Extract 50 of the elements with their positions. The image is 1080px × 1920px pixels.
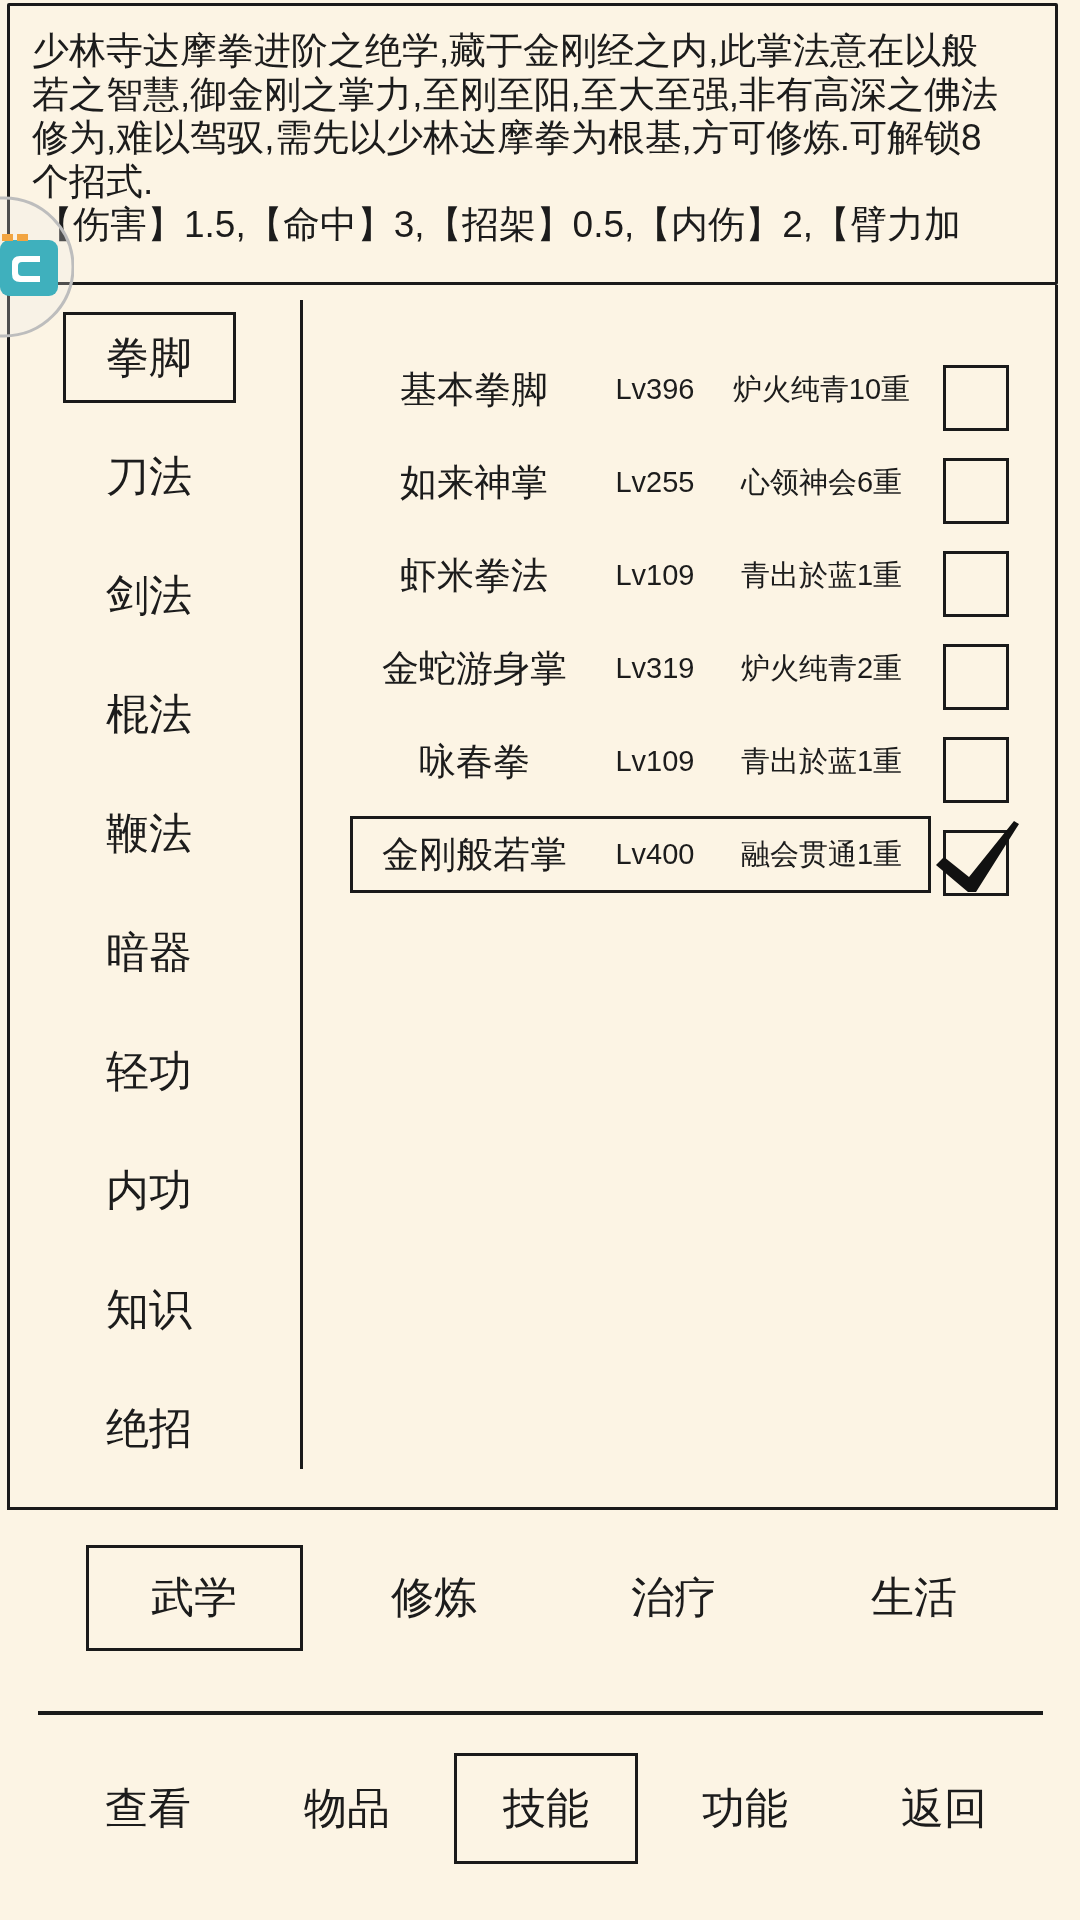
nav-button[interactable]: 返回 xyxy=(851,1753,1036,1864)
skill-name: 咏春拳 xyxy=(418,739,530,784)
nav-button[interactable]: 查看 xyxy=(55,1753,240,1864)
skill-level: Lv396 xyxy=(615,373,695,406)
category-tab[interactable]: 治疗 xyxy=(565,1545,783,1651)
skill-description: 少林寺达摩拳进阶之绝学,藏于金刚经之内,此掌法意在以般若之智慧,御金刚之掌力,至刚至阳,至大至强,非有高深之佛法修为,难以驾驭,需先以少林达摩拳为根基,方可修炼.可解锁8个招式. xyxy=(32,29,1000,203)
category-tab[interactable]: 刀法 xyxy=(62,431,236,522)
skill-name: 虾米拳法 xyxy=(400,553,548,598)
nav-button[interactable]: 技能 xyxy=(453,1753,638,1864)
checkbox[interactable] xyxy=(943,365,1009,431)
skill-row[interactable]: 金刚般若掌 Lv400 融会贯通1重 xyxy=(350,816,931,893)
category-tab[interactable]: 修炼 xyxy=(325,1545,543,1651)
skill-name: 基本拳脚 xyxy=(400,367,548,412)
category-tab[interactable]: 绝招 xyxy=(62,1383,236,1474)
skill-realm: 炉火纯青2重 xyxy=(740,650,903,686)
nav-button[interactable]: 功能 xyxy=(652,1753,837,1864)
skill-realm: 融会贯通1重 xyxy=(740,836,903,872)
skill-row[interactable]: 虾米拳法 Lv109 青出於蓝1重 xyxy=(350,537,931,614)
skill-level: Lv319 xyxy=(615,652,695,685)
skill-row[interactable]: 金蛇游身掌 Lv319 炉火纯青2重 xyxy=(350,630,931,707)
skill-level: Lv400 xyxy=(615,838,695,871)
skill-row[interactable]: 基本拳脚 Lv396 炉火纯青10重 xyxy=(350,351,931,428)
check-icon xyxy=(936,821,1019,892)
skill-realm: 炉火纯青10重 xyxy=(732,371,911,407)
skill-row[interactable]: 如来神掌 Lv255 心领神会6重 xyxy=(350,444,931,521)
skill-realm: 青出於蓝1重 xyxy=(740,743,903,779)
skill-name: 金蛇游身掌 xyxy=(381,646,567,691)
skill-level: Lv109 xyxy=(615,745,695,778)
category-tab[interactable]: 武学 xyxy=(85,1545,303,1651)
category-tab[interactable]: 剑法 xyxy=(62,550,236,641)
category-tab[interactable]: 知识 xyxy=(62,1264,236,1355)
skill-name: 金刚般若掌 xyxy=(381,832,567,877)
skill-level: Lv255 xyxy=(615,466,695,499)
category-tab[interactable]: 内功 xyxy=(62,1145,236,1236)
checkbox[interactable] xyxy=(943,644,1009,710)
skill-realm: 青出於蓝1重 xyxy=(740,557,903,593)
checkbox[interactable] xyxy=(943,458,1009,524)
skill-row[interactable]: 咏春拳 Lv109 青出於蓝1重 xyxy=(350,723,931,800)
category-tab[interactable]: 棍法 xyxy=(62,669,236,760)
skill-level: Lv109 xyxy=(615,559,695,592)
category-tab[interactable]: 轻功 xyxy=(62,1026,236,1117)
category-tab[interactable]: 拳脚 xyxy=(62,312,236,403)
category-tab[interactable]: 鞭法 xyxy=(62,788,236,879)
category-tab[interactable]: 生活 xyxy=(805,1545,1023,1651)
nav-button[interactable]: 物品 xyxy=(254,1753,439,1864)
skill-name: 如来神掌 xyxy=(400,460,548,505)
category-tab[interactable]: 暗器 xyxy=(62,907,236,998)
checkbox[interactable] xyxy=(943,737,1009,803)
checkbox[interactable] xyxy=(943,551,1009,617)
skill-realm: 心领神会6重 xyxy=(740,464,903,500)
